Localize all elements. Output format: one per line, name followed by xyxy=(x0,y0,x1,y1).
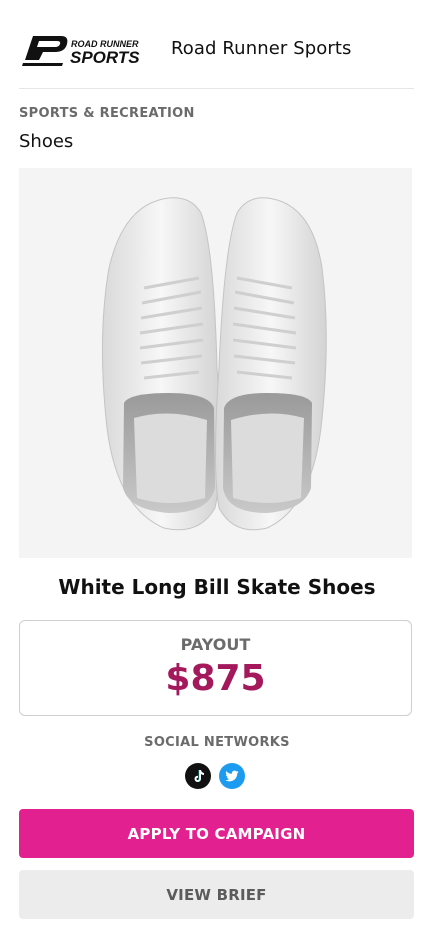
apply-to-campaign-button[interactable]: APPLY TO CAMPAIGN xyxy=(19,809,414,858)
road-runner-sports-logo: ROAD RUNNER SPORTS xyxy=(22,36,140,67)
view-brief-button[interactable]: VIEW BRIEF xyxy=(19,870,414,919)
product-image xyxy=(19,168,412,558)
payout-value: $875 xyxy=(165,658,266,699)
payout-label: PAYOUT xyxy=(180,635,251,654)
tiktok-icon[interactable] xyxy=(185,763,211,789)
product-title: White Long Bill Skate Shoes xyxy=(58,575,376,599)
shoes-image xyxy=(101,197,327,531)
social-networks-list xyxy=(185,763,245,789)
twitter-icon[interactable] xyxy=(219,763,245,789)
right-shoe xyxy=(215,197,327,531)
social-networks-label: SOCIAL NETWORKS xyxy=(144,735,290,750)
left-shoe xyxy=(101,197,221,531)
category-label: SPORTS & RECREATION xyxy=(19,106,195,121)
brand-header: ROAD RUNNER SPORTS Road Runner Sports xyxy=(19,26,414,70)
subcategory-label: Shoes xyxy=(19,131,74,152)
payout-card: PAYOUT $875 xyxy=(19,620,412,716)
header-divider xyxy=(19,88,414,89)
brand-name: Road Runner Sports xyxy=(171,37,352,59)
logo-text-bottom: SPORTS xyxy=(70,48,140,67)
